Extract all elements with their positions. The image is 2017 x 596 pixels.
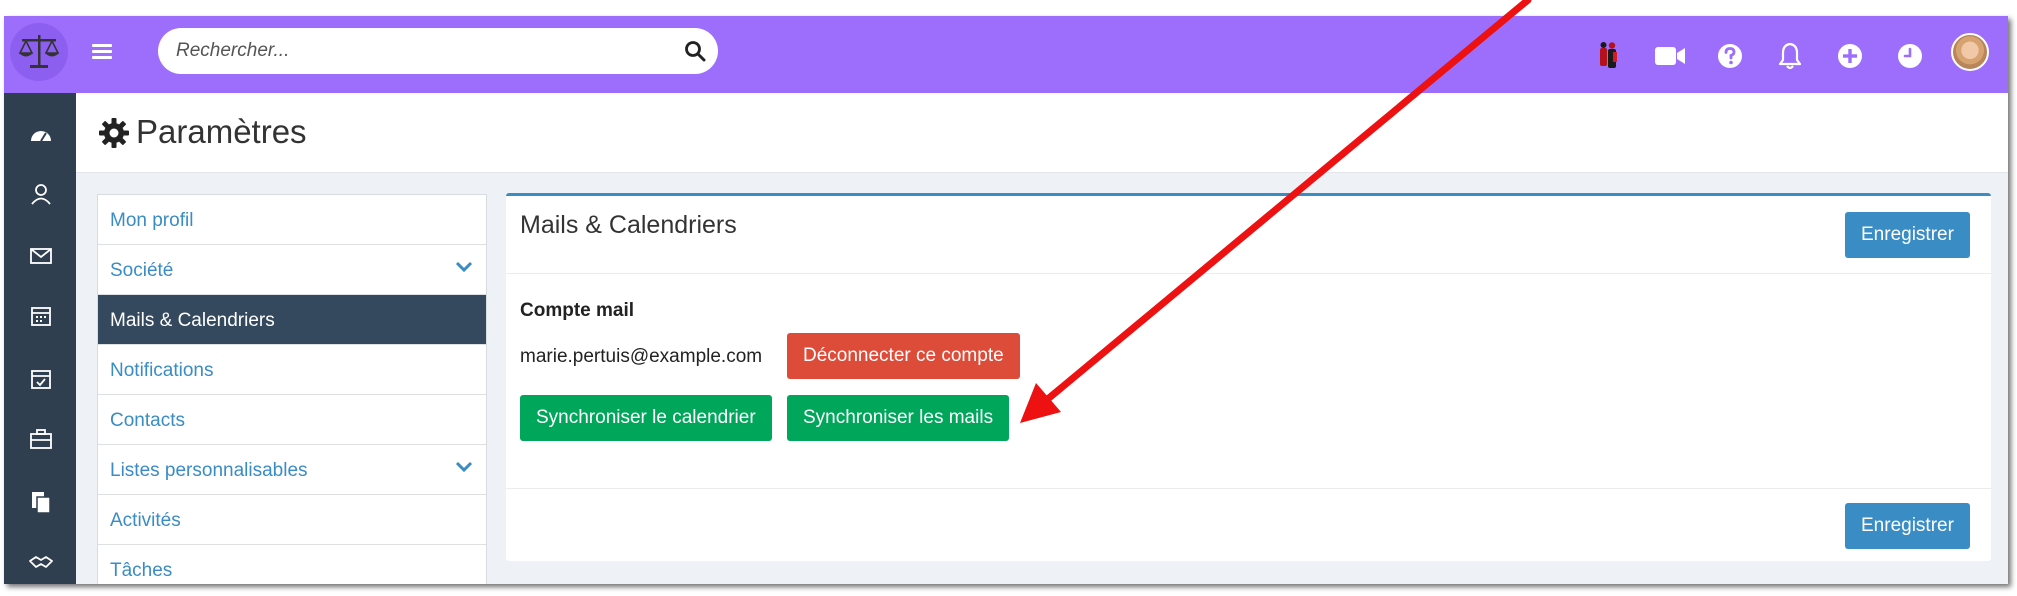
menu-item-label: Listes personnalisables <box>110 460 308 481</box>
page-title: Paramètres <box>136 113 307 150</box>
menu-item-label: Mon profil <box>110 210 194 231</box>
sync-mails-button[interactable]: Synchroniser les mails <box>787 395 1010 441</box>
menu-item-mon-profil[interactable]: Mon profil <box>98 195 486 245</box>
menu-item-societe[interactable]: Société <box>98 245 486 295</box>
settings-menu: Mon profil Société Mails & Calendriers N… <box>97 194 487 584</box>
save-button-top[interactable]: Enregistrer <box>1845 212 1970 258</box>
plus-circle-icon[interactable] <box>1832 38 1868 74</box>
gear-icon <box>99 118 129 148</box>
menu-item-activites[interactable]: Activités <box>98 495 486 545</box>
tasks-icon[interactable] <box>28 366 54 392</box>
chevron-down-icon <box>455 261 473 273</box>
menu-item-label: Activités <box>110 510 181 531</box>
disconnect-account-button[interactable]: Déconnecter ce compte <box>787 333 1020 379</box>
menu-item-label: Société <box>110 260 174 281</box>
clock-icon[interactable] <box>1892 38 1928 74</box>
menu-item-label: Mails & Calendriers <box>110 310 275 331</box>
section-label-compte-mail: Compte mail <box>520 300 635 321</box>
divider <box>506 488 1991 489</box>
search-icon[interactable] <box>684 40 706 62</box>
menu-item-contacts[interactable]: Contacts <box>98 395 486 445</box>
save-button-bottom[interactable]: Enregistrer <box>1845 503 1970 549</box>
handshake-icon[interactable] <box>28 549 54 575</box>
menu-item-label: Contacts <box>110 410 185 431</box>
panel-title: Mails & Calendriers <box>520 211 737 239</box>
chevron-down-icon <box>455 461 473 473</box>
sync-calendar-button[interactable]: Synchroniser le calendrier <box>520 395 772 441</box>
app-window: Paramètres Mon profil Société Mails & Ca… <box>4 16 2008 584</box>
menu-item-taches[interactable]: Tâches <box>98 545 486 584</box>
top-bar <box>4 16 2008 93</box>
figures-icon[interactable] <box>1592 38 1628 74</box>
bell-icon[interactable] <box>1772 38 1808 74</box>
menu-item-notifications[interactable]: Notifications <box>98 345 486 395</box>
menu-item-listes-personnalisables[interactable]: Listes personnalisables <box>98 445 486 495</box>
calendar-icon[interactable] <box>28 303 54 329</box>
briefcase-icon[interactable] <box>28 426 54 452</box>
video-camera-icon[interactable] <box>1652 38 1688 74</box>
mails-calendriers-panel: Mails & Calendriers Enregistrer Compte m… <box>506 193 1991 561</box>
search-bar <box>158 28 718 74</box>
documents-icon[interactable] <box>28 489 54 515</box>
contacts-icon[interactable] <box>28 181 54 207</box>
scales-logo-icon <box>10 23 68 81</box>
menu-item-mails-calendriers[interactable]: Mails & Calendriers <box>98 295 486 345</box>
question-icon[interactable] <box>1712 38 1748 74</box>
user-avatar[interactable] <box>1951 33 1989 71</box>
search-input[interactable] <box>176 28 656 74</box>
dashboard-icon[interactable] <box>28 123 54 149</box>
menu-item-label: Tâches <box>110 560 173 581</box>
mail-icon[interactable] <box>28 243 54 269</box>
menu-item-label: Notifications <box>110 360 214 381</box>
account-email: marie.pertuis@example.com <box>520 346 763 367</box>
hamburger-menu-icon[interactable] <box>92 44 112 62</box>
page-header: Paramètres <box>76 93 2008 173</box>
logo[interactable] <box>4 16 76 93</box>
left-sidebar <box>4 93 76 584</box>
panel-header: Mails & Calendriers Enregistrer <box>506 196 1991 274</box>
